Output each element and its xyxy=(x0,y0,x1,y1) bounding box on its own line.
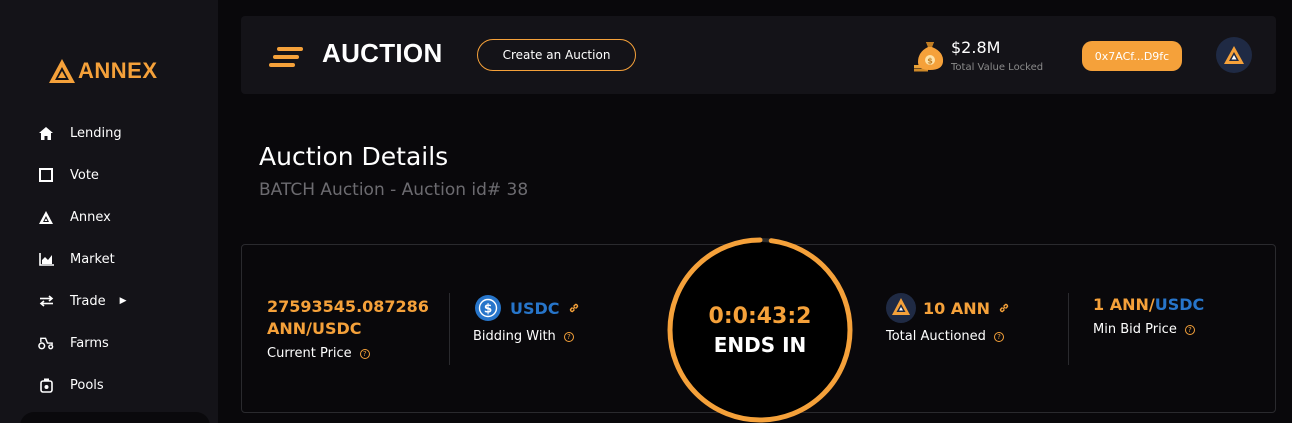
caret-right-icon: ▶ xyxy=(119,296,127,306)
help-icon[interactable]: ? xyxy=(993,331,1004,342)
money-bag-icon: $ xyxy=(914,38,946,76)
link-icon[interactable] xyxy=(998,302,1010,314)
auction-subtitle: BATCH Auction - Auction id# 38 xyxy=(259,180,529,200)
bidding-token-name: USDC xyxy=(510,298,560,318)
tvl-label: Total Value Locked xyxy=(951,62,1044,73)
min-bid-base: 1 ANN/ xyxy=(1093,295,1155,314)
annex-token-icon xyxy=(886,293,916,323)
avatar[interactable] xyxy=(1216,37,1252,73)
sidebar-item-label: Lending xyxy=(70,125,122,141)
total-auctioned-label: Total Auctioned xyxy=(886,329,986,344)
auctioned-token-row: 10 ANN xyxy=(886,293,1010,323)
countdown-timer: 0:0:43:2 ENDS IN xyxy=(665,235,855,423)
annex-icon xyxy=(38,209,54,225)
bidding-with-label: Bidding With xyxy=(473,329,556,344)
current-price-label-row: Current Price ? xyxy=(267,346,370,361)
swap-icon xyxy=(38,293,54,309)
auctioned-label-row: Total Auctioned ? xyxy=(886,329,1004,344)
usdc-icon: $ xyxy=(475,295,501,321)
page-title: AUCTION xyxy=(322,38,443,68)
chart-icon xyxy=(38,251,54,267)
square-icon xyxy=(38,167,54,183)
tractor-icon xyxy=(38,335,54,351)
sidebar-item-label: Trade xyxy=(70,293,106,309)
top-header: AUCTION Create an Auction $ $2.8M Total … xyxy=(241,16,1276,94)
svg-text:$: $ xyxy=(927,57,933,66)
sidebar-item-pools[interactable]: Pools xyxy=(0,364,218,406)
current-price-pair: ANN/USDC xyxy=(267,319,362,338)
sidebar-item-vote[interactable]: Vote xyxy=(0,154,218,196)
annex-logo-icon xyxy=(49,59,75,83)
svg-text:$: $ xyxy=(484,302,492,316)
create-auction-button[interactable]: Create an Auction xyxy=(477,39,636,71)
current-price-label: Current Price xyxy=(267,346,352,361)
min-bid-label-row: Min Bid Price ? xyxy=(1093,322,1195,337)
sidebar-item-label: Farms xyxy=(70,335,109,351)
bidding-label-row: Bidding With ? xyxy=(473,329,574,344)
link-icon[interactable] xyxy=(568,302,580,314)
auction-details-title: Auction Details xyxy=(259,142,449,171)
current-price-amount: 27593545.087286 xyxy=(267,297,429,316)
sidebar-item-label: Pools xyxy=(70,377,104,393)
help-icon[interactable]: ? xyxy=(359,348,370,359)
help-icon[interactable]: ? xyxy=(1184,324,1195,335)
current-price-value: 27593545.087286 ANN/USDC xyxy=(267,296,429,340)
sidebar-item-label: Annex xyxy=(70,209,111,225)
tvl-value: $2.8M xyxy=(951,38,1001,57)
help-icon[interactable]: ? xyxy=(563,331,574,342)
sidebar-item-annex[interactable]: Annex xyxy=(0,196,218,238)
sidebar-item-farms[interactable]: Farms xyxy=(0,322,218,364)
sidebar: ANNEX Lending Vote Annex Market Trade ▶ … xyxy=(0,0,218,423)
min-bid-value-row: 1 ANN/ USDC xyxy=(1093,295,1204,314)
sidebar-item-label: Vote xyxy=(70,167,99,183)
annex-logo[interactable]: ANNEX xyxy=(48,58,158,84)
timer-label: ENDS IN xyxy=(713,332,807,357)
brand-name: ANNEX xyxy=(78,58,158,83)
sidebar-item-lending[interactable]: Lending xyxy=(0,112,218,154)
sidebar-item-market[interactable]: Market xyxy=(0,238,218,280)
sidebar-item-auction[interactable] xyxy=(20,412,210,423)
bidding-token-row: $ USDC xyxy=(475,295,580,321)
sidebar-item-label: Market xyxy=(70,251,115,267)
menu-icon[interactable] xyxy=(269,47,303,67)
home-icon xyxy=(38,125,54,141)
timer-value: 0:0:43:2 xyxy=(708,303,812,329)
sidebar-nav: Lending Vote Annex Market Trade ▶ Farms … xyxy=(0,112,218,406)
min-bid-label: Min Bid Price xyxy=(1093,322,1177,337)
wallet-address-button[interactable]: 0x7ACf...D9fc xyxy=(1082,41,1182,71)
sidebar-item-trade[interactable]: Trade ▶ xyxy=(0,280,218,322)
min-bid-quote: USDC xyxy=(1154,295,1205,314)
divider xyxy=(1068,293,1069,365)
annex-icon xyxy=(1224,46,1244,64)
divider xyxy=(449,293,450,365)
pool-icon xyxy=(38,377,54,393)
auctioned-amount: 10 ANN xyxy=(923,298,990,318)
auction-info-card: 27593545.087286 ANN/USDC Current Price ?… xyxy=(241,237,1276,423)
